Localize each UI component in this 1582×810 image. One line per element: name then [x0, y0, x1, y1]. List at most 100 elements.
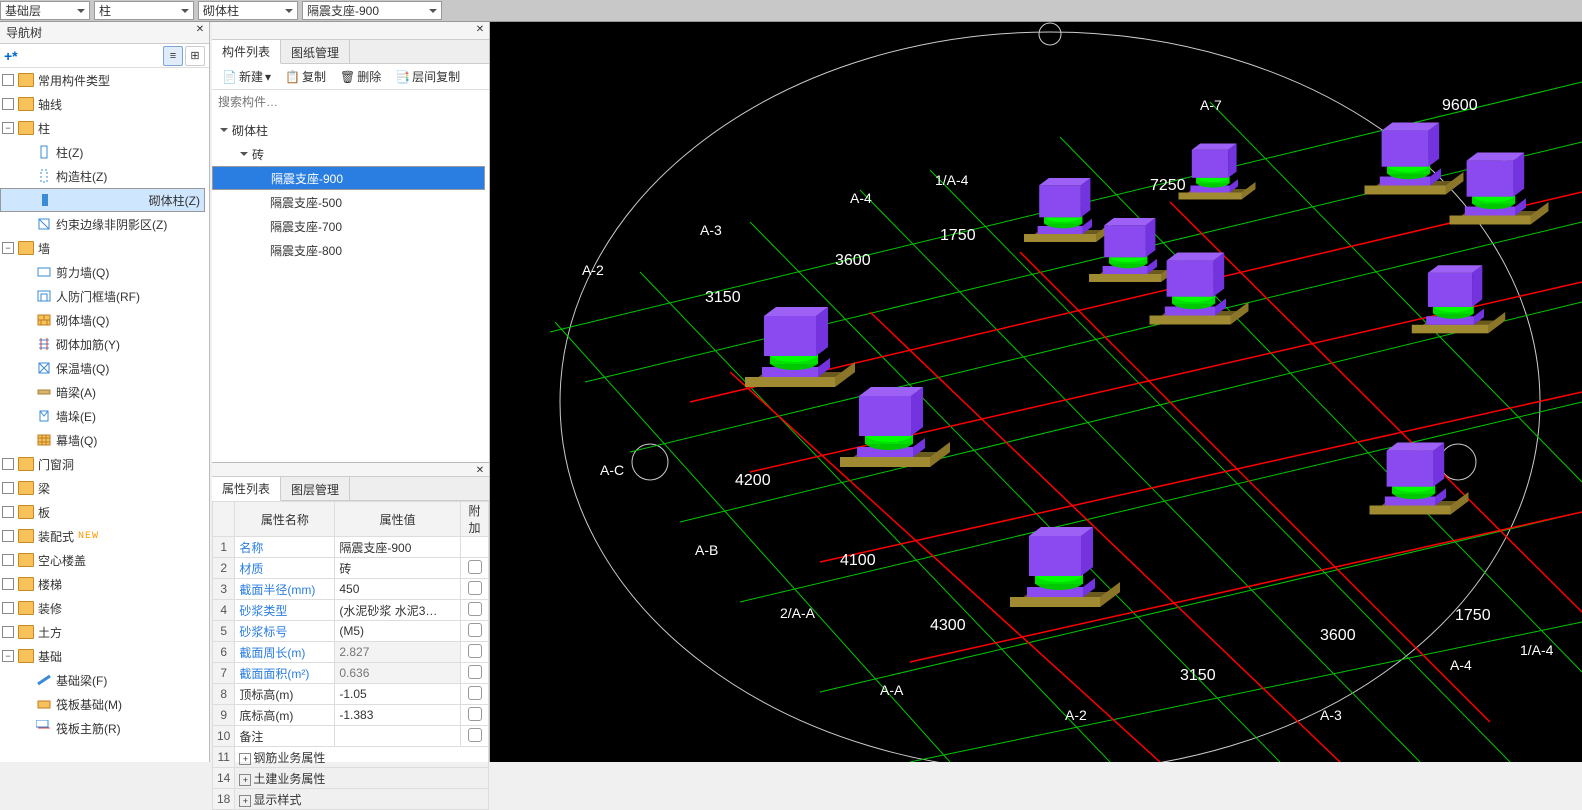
nav-close-icon[interactable]: ✕: [193, 24, 207, 38]
expand-icon[interactable]: +: [239, 774, 251, 786]
prop-value[interactable]: 0.636: [335, 663, 461, 684]
view-grid-icon[interactable]: ⊞: [185, 46, 205, 66]
isolation-bearing[interactable]: [1089, 218, 1177, 282]
isolation-bearing[interactable]: [1179, 144, 1256, 200]
isolation-bearing[interactable]: [1010, 527, 1120, 607]
isolation-bearing[interactable]: [1024, 178, 1112, 242]
prop-row[interactable]: 18+显示样式: [213, 789, 489, 810]
checkbox-icon[interactable]: [468, 686, 482, 700]
nav-item[interactable]: −基础: [0, 644, 209, 668]
type-select[interactable]: 砌体柱: [198, 1, 298, 20]
prop-extra[interactable]: [461, 684, 489, 705]
nav-item[interactable]: 墙垛(E): [0, 404, 209, 428]
nav-item[interactable]: 砌体柱(Z): [0, 188, 205, 212]
view-list-icon[interactable]: ≡: [163, 46, 183, 66]
comp-item[interactable]: 隔震支座-700: [212, 214, 489, 238]
expand-icon[interactable]: [2, 98, 14, 110]
category-select[interactable]: 柱: [94, 1, 194, 20]
prop-value[interactable]: -1.05: [335, 684, 461, 705]
prop-value[interactable]: 2.827: [335, 642, 461, 663]
expand-icon[interactable]: [2, 74, 14, 86]
isolation-bearing[interactable]: [745, 307, 855, 387]
checkbox-icon[interactable]: [468, 665, 482, 679]
component-tree[interactable]: 砌体柱砖隔震支座-900隔震支座-500隔震支座-700隔震支座-800: [212, 114, 489, 266]
prop-value[interactable]: (水泥砂浆 水泥3…: [335, 600, 461, 621]
checkbox-icon[interactable]: [468, 707, 482, 721]
nav-item[interactable]: 筏板基础(M): [0, 692, 209, 716]
nav-item[interactable]: 轴线: [0, 92, 209, 116]
nav-item[interactable]: 柱(Z): [0, 140, 209, 164]
prop-row[interactable]: 11+钢筋业务属性: [213, 747, 489, 768]
nav-item[interactable]: 约束边缘非阴影区(Z): [0, 212, 209, 236]
isolation-bearing[interactable]: [1412, 265, 1506, 333]
nav-item[interactable]: 装配式NEW: [0, 524, 209, 548]
comp-item[interactable]: 隔震支座-900: [212, 166, 485, 190]
prop-extra[interactable]: [461, 621, 489, 642]
prop-extra[interactable]: [461, 537, 489, 558]
nav-item[interactable]: 空心楼盖: [0, 548, 209, 572]
expand-icon[interactable]: [2, 482, 14, 494]
nav-item[interactable]: 构造柱(Z): [0, 164, 209, 188]
tab-drawing-mgmt[interactable]: 图纸管理: [281, 40, 350, 64]
expand-icon[interactable]: [2, 578, 14, 590]
tab-component-list[interactable]: 构件列表: [212, 40, 281, 64]
prop-extra[interactable]: [461, 663, 489, 684]
expand-icon[interactable]: −: [2, 242, 14, 254]
expand-icon[interactable]: [2, 506, 14, 518]
checkbox-icon[interactable]: [468, 560, 482, 574]
prop-extra[interactable]: [461, 558, 489, 579]
nav-item[interactable]: 板: [0, 500, 209, 524]
nav-item[interactable]: 楼梯: [0, 572, 209, 596]
prop-value[interactable]: 砖: [335, 558, 461, 579]
prop-row[interactable]: 6截面周长(m)2.827: [213, 642, 489, 663]
prop-value[interactable]: [335, 726, 461, 747]
nav-item[interactable]: 暗梁(A): [0, 380, 209, 404]
nav-item[interactable]: 基础梁(F): [0, 668, 209, 692]
expand-icon[interactable]: [2, 530, 14, 542]
checkbox-icon[interactable]: [468, 623, 482, 637]
comp-root[interactable]: 砌体柱: [212, 118, 489, 142]
prop-row[interactable]: 8顶标高(m)-1.05: [213, 684, 489, 705]
prop-row[interactable]: 1名称隔震支座-900: [213, 537, 489, 558]
nav-item[interactable]: 保温墙(Q): [0, 356, 209, 380]
prop-extra[interactable]: [461, 642, 489, 663]
nav-item[interactable]: 门窗洞: [0, 452, 209, 476]
prop-row[interactable]: 4砂浆类型(水泥砂浆 水泥3…: [213, 600, 489, 621]
comp-item[interactable]: 隔震支座-800: [212, 238, 489, 262]
expand-icon[interactable]: [2, 602, 14, 614]
prop-extra[interactable]: [461, 600, 489, 621]
isolation-bearing[interactable]: [1370, 443, 1469, 515]
prop-row[interactable]: 5砂浆标号(M5): [213, 621, 489, 642]
prop-row[interactable]: 9底标高(m)-1.383: [213, 705, 489, 726]
new-button[interactable]: 📄 新建 ▾: [218, 67, 275, 87]
prop-row[interactable]: 14+土建业务属性: [213, 768, 489, 789]
nav-item[interactable]: 常用构件类型: [0, 68, 209, 92]
expand-icon[interactable]: −: [2, 122, 14, 134]
floor-select[interactable]: 基础层: [0, 1, 90, 20]
nav-item[interactable]: 人防门框墙(RF): [0, 284, 209, 308]
center-close-icon[interactable]: ✕: [473, 24, 487, 38]
add-category-icon[interactable]: +*: [4, 48, 18, 64]
prop-extra[interactable]: [461, 726, 489, 747]
tab-properties[interactable]: 属性列表: [212, 477, 281, 501]
nav-item[interactable]: −墙: [0, 236, 209, 260]
checkbox-icon[interactable]: [468, 581, 482, 595]
checkbox-icon[interactable]: [468, 602, 482, 616]
expand-icon[interactable]: [2, 458, 14, 470]
copy-button[interactable]: 📋 复制: [281, 67, 330, 87]
tab-layers[interactable]: 图层管理: [281, 477, 350, 501]
component-select[interactable]: 隔震支座-900: [302, 1, 442, 20]
isolation-bearing[interactable]: [1150, 253, 1249, 325]
nav-tree[interactable]: 常用构件类型轴线−柱柱(Z)构造柱(Z)砌体柱(Z)约束边缘非阴影区(Z)−墙剪…: [0, 68, 209, 762]
search-input[interactable]: [212, 90, 489, 114]
expand-icon[interactable]: −: [2, 650, 14, 662]
prop-value[interactable]: -1.383: [335, 705, 461, 726]
delete-button[interactable]: 🗑 删除: [336, 67, 385, 87]
viewport-3d[interactable]: A-796001/A-4A-47250A-31750A-236003150A-C…: [490, 22, 1582, 762]
prop-row[interactable]: 2材质砖: [213, 558, 489, 579]
prop-value[interactable]: 隔震支座-900: [335, 537, 461, 558]
isolation-bearing[interactable]: [1450, 153, 1549, 225]
prop-extra[interactable]: [461, 705, 489, 726]
isolation-bearing[interactable]: [840, 387, 950, 467]
nav-item[interactable]: 筏板主筋(R): [0, 716, 209, 740]
